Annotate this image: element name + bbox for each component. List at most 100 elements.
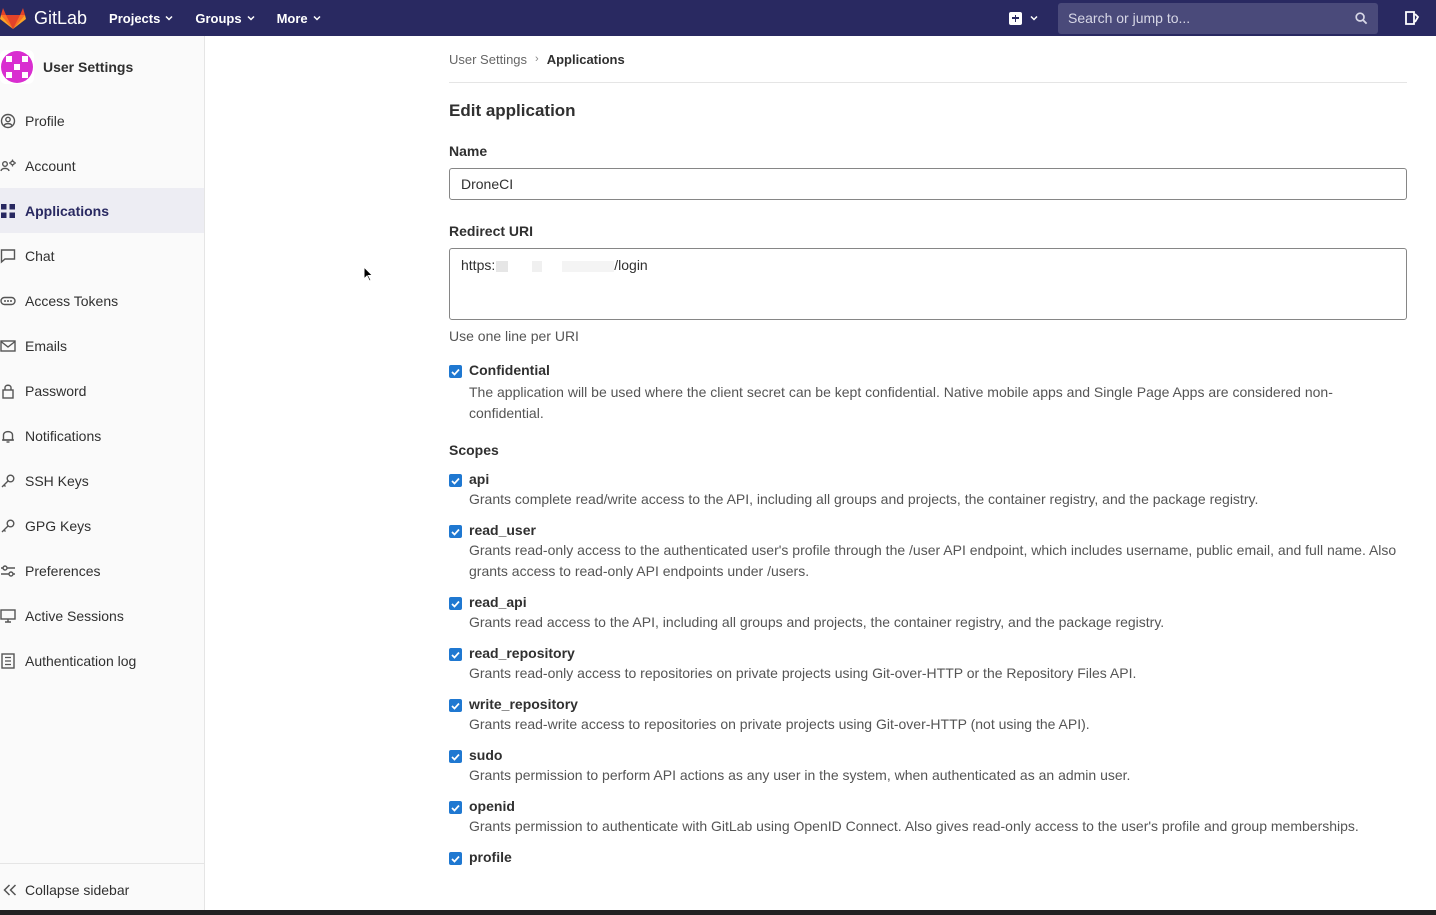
scope-profile-checkbox[interactable] [449, 852, 462, 865]
scope-name: write_repository [469, 696, 578, 712]
sidebar-title: User Settings [43, 59, 134, 75]
sidebar-item-label: Access Tokens [25, 292, 119, 309]
redirect-uri-suffix: /login [614, 257, 648, 273]
more-menu[interactable]: More [277, 11, 321, 26]
new-item-dropdown[interactable] [1009, 11, 1038, 25]
sidebar-item-active-sessions[interactable]: Active Sessions [0, 593, 204, 638]
sidebar-item-label: Account [25, 157, 76, 174]
sidebar-item-password[interactable]: Password [0, 368, 204, 413]
profile-icon [0, 113, 16, 129]
scope-name: sudo [469, 747, 503, 763]
sidebar-item-label: Profile [25, 112, 65, 129]
sidebar-item-label: Password [25, 382, 87, 399]
search-input[interactable]: Search or jump to... [1058, 2, 1378, 34]
scope-name: profile [469, 849, 512, 865]
chevron-down-icon [313, 15, 321, 21]
issues-button[interactable] [1394, 0, 1430, 36]
projects-menu[interactable]: Projects [109, 11, 173, 26]
applications-icon [0, 203, 16, 219]
name-field-value: DroneCI [461, 176, 514, 192]
redirect-uri-field[interactable]: https: /login [449, 248, 1407, 320]
chevron-down-icon [165, 15, 173, 21]
sidebar-item-authentication-log[interactable]: Authentication log [0, 638, 204, 683]
sidebar-item-gpg-keys[interactable]: GPG Keys [0, 503, 204, 548]
scope-write-repository-checkbox[interactable] [449, 699, 462, 712]
scope-description: Grants read access to the API, including… [469, 614, 1165, 630]
scope-description: Grants permission to authenticate with G… [469, 818, 1359, 834]
scope-sudo: sudo Grants permission to perform API ac… [449, 747, 1407, 786]
confidential-option: Confidential The application will be use… [449, 362, 1407, 424]
page-title: Edit application [449, 101, 576, 120]
settings-sidebar: User Settings Profile Account Applicatio… [0, 36, 205, 915]
scope-read-repository: read_repository Grants read-only access … [449, 645, 1407, 684]
chevron-right-icon: › [535, 53, 539, 65]
scope-read-repository-checkbox[interactable] [449, 648, 462, 661]
scope-name: read_user [469, 522, 536, 538]
sidebar-header[interactable]: User Settings [0, 36, 204, 98]
check-icon [451, 651, 460, 659]
scope-read-user-checkbox[interactable] [449, 525, 462, 538]
chevron-down-icon [1030, 15, 1038, 21]
check-icon [451, 600, 460, 608]
redirect-uri-label: Redirect URI [449, 223, 534, 239]
check-icon [451, 368, 460, 376]
top-navbar: GitLab Projects Groups More Search or ju… [0, 0, 1436, 36]
breadcrumb-current[interactable]: Applications [547, 52, 625, 67]
sidebar-item-preferences[interactable]: Preferences [0, 548, 204, 593]
scope-description: Grants complete read/write access to the… [469, 491, 1259, 507]
redirect-uri-prefix: https: [461, 257, 496, 273]
lock-icon [0, 383, 16, 399]
sidebar-item-access-tokens[interactable]: Access Tokens [0, 278, 204, 323]
sidebar-item-chat[interactable]: Chat [0, 233, 204, 278]
groups-menu[interactable]: Groups [195, 11, 255, 26]
scope-description: Grants read-write access to repositories… [469, 716, 1090, 732]
plus-square-icon [1009, 11, 1022, 25]
double-chevron-left-icon [2, 883, 18, 896]
sidebar-item-applications[interactable]: Applications [0, 188, 204, 233]
avatar [0, 50, 34, 84]
redirect-uri-help: Use one line per URI [449, 328, 579, 344]
confidential-description: The application will be used where the c… [469, 384, 1333, 421]
scope-openid: openid Grants permission to authenticate… [449, 798, 1407, 837]
sidebar-item-label: Chat [25, 247, 55, 264]
collapse-sidebar-button[interactable]: Collapse sidebar [0, 863, 204, 915]
monitor-icon [0, 608, 16, 624]
search-icon [1355, 11, 1368, 24]
check-icon [451, 702, 460, 710]
sidebar-item-account[interactable]: Account [0, 143, 204, 188]
check-icon [451, 855, 460, 863]
sidebar-item-label: Applications [25, 202, 110, 219]
scope-sudo-checkbox[interactable] [449, 750, 462, 763]
issues-icon [1405, 11, 1420, 25]
search-placeholder: Search or jump to... [1068, 10, 1191, 26]
sidebar-item-profile[interactable]: Profile [0, 98, 204, 143]
sidebar-item-label: Preferences [25, 562, 101, 579]
breadcrumb: User Settings › Applications [449, 36, 1407, 83]
redacted-block [496, 260, 509, 272]
sidebar-item-ssh-keys[interactable]: SSH Keys [0, 458, 204, 503]
scope-profile: profile [449, 849, 1407, 865]
key-icon [0, 473, 16, 489]
scope-read-api: read_api Grants read access to the API, … [449, 594, 1407, 633]
sidebar-item-label: Authentication log [25, 652, 137, 669]
sidebar-item-emails[interactable]: Emails [0, 323, 204, 368]
confidential-checkbox[interactable] [449, 365, 462, 378]
gitlab-logo[interactable]: GitLab [0, 0, 109, 36]
key-icon [0, 518, 16, 534]
scope-description: Grants read-only access to repositories … [469, 665, 1137, 681]
mail-icon [0, 338, 16, 354]
sidebar-item-label: GPG Keys [25, 517, 92, 534]
sidebar-item-label: Active Sessions [25, 607, 124, 624]
name-field[interactable]: DroneCI [449, 168, 1407, 200]
sidebar-item-label: Notifications [25, 427, 102, 444]
scopes-title: Scopes [449, 442, 499, 458]
name-label: Name [449, 143, 488, 159]
scope-openid-checkbox[interactable] [449, 801, 462, 814]
scope-description: Grants read-only access to the authentic… [469, 542, 1397, 579]
scope-write-repository: write_repository Grants read-write acces… [449, 696, 1407, 735]
scope-api-checkbox[interactable] [449, 474, 462, 487]
sidebar-item-notifications[interactable]: Notifications [0, 413, 204, 458]
scope-read-api-checkbox[interactable] [449, 597, 462, 610]
scope-name: read_repository [469, 645, 575, 661]
breadcrumb-parent-link[interactable]: User Settings [449, 52, 527, 67]
